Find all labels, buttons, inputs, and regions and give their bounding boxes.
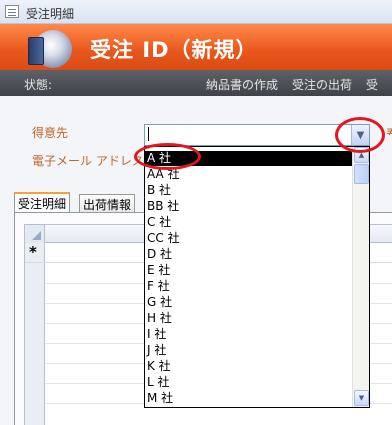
customer-input[interactable] (148, 128, 338, 142)
dropdown-option[interactable]: G 社 (145, 295, 353, 310)
dropdown-option[interactable]: H 社 (145, 311, 353, 326)
annotation-ring-dropdown-button (335, 117, 385, 153)
truncated-label-edge: ≢ (386, 124, 392, 138)
create-invoice-button[interactable]: 納品書の作成 (206, 76, 278, 93)
book-icon (28, 37, 44, 65)
dropdown-option[interactable]: B 社 (145, 183, 353, 198)
dropdown-option[interactable]: J 社 (145, 343, 353, 358)
annotation-ring-selected-option (134, 143, 201, 170)
dropdown-option[interactable]: C 社 (145, 215, 353, 230)
ship-order-button[interactable]: 受注の出荷 (292, 76, 352, 93)
dropdown-option[interactable]: F 社 (145, 279, 353, 294)
action-toolbar: 状態: 納品書の作成 受注の出荷 受 (0, 70, 392, 96)
window-titlebar: 受注明細 (0, 0, 392, 24)
customer-dropdown-list[interactable]: A 社 AA 社 B 社 BB 社 C 社 CC 社 D 社 E 社 F 社 G… (144, 146, 370, 408)
select-all-corner[interactable] (25, 225, 45, 243)
dropdown-option[interactable]: D 社 (145, 247, 353, 262)
dropdown-option[interactable]: E 社 (145, 263, 353, 278)
page-title: 受注 ID（新規） (90, 38, 258, 62)
dropdown-option[interactable]: L 社 (145, 375, 353, 390)
form-icon (5, 5, 19, 18)
tab-order-details[interactable]: 受注明細 (14, 192, 71, 213)
window-title: 受注明細 (26, 7, 75, 21)
tab-shipping-info[interactable]: 出荷情報 (79, 194, 136, 212)
text-caret (148, 127, 149, 141)
chevron-down-icon[interactable]: ▼ (354, 390, 369, 406)
dropdown-scrollbar[interactable]: ▲ ▼ (352, 147, 369, 407)
new-record-marker: * (29, 243, 37, 261)
scrollbar-thumb[interactable] (354, 164, 369, 184)
row-selector-column[interactable] (25, 243, 45, 425)
dropdown-option[interactable]: BB 社 (145, 199, 353, 214)
dropdown-option[interactable]: CC 社 (145, 231, 353, 246)
customer-label: 得意先 (32, 126, 69, 140)
dropdown-option[interactable]: I 社 (145, 327, 353, 342)
dropdown-option[interactable]: K 社 (145, 359, 353, 374)
form-header: 受注 ID（新規） (0, 24, 392, 70)
status-label: 状態: (24, 78, 53, 92)
dropdown-option[interactable]: M 社 (145, 391, 353, 406)
toolbar-item-truncated[interactable]: 受 (366, 76, 378, 93)
email-label: 電子メール アドレス (32, 154, 144, 168)
